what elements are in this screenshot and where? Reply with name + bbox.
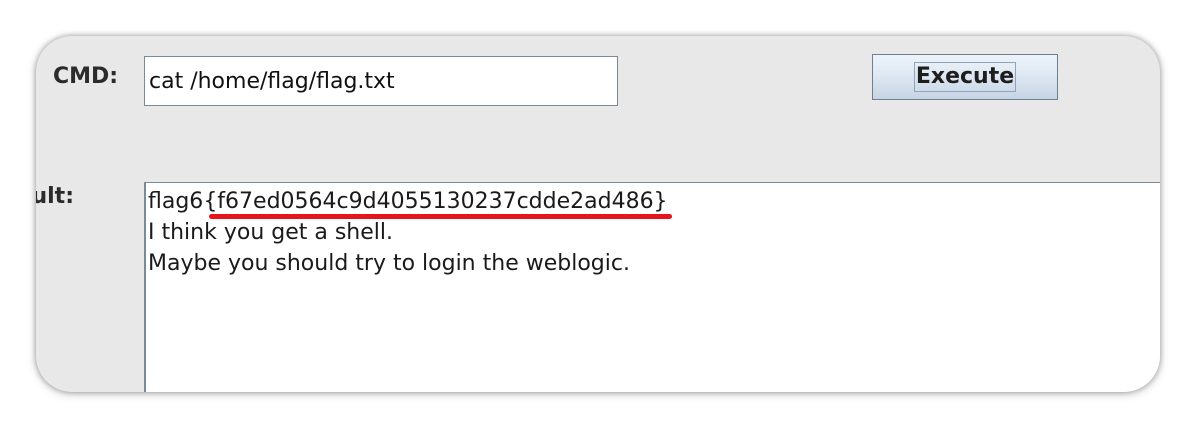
result-line-3: Maybe you should try to login the weblog…: [148, 251, 630, 276]
flag-value: {f67ed0564c9d4055130237cdde2ad486}: [203, 186, 672, 219]
execute-button-label: Execute: [913, 62, 1017, 92]
flag-value-text: {f67ed0564c9d4055130237cdde2ad486}: [203, 189, 668, 214]
result-line-flag: flag6{f67ed0564c9d4055130237cdde2ad486}: [148, 186, 1160, 219]
app-window: CMD: Execute Result: flag6{f67ed0564c9d4…: [36, 36, 1160, 392]
execute-button[interactable]: Execute: [872, 54, 1058, 100]
result-textarea[interactable]: flag6{f67ed0564c9d4055130237cdde2ad486} …: [144, 182, 1160, 392]
result-label: Result:: [36, 184, 74, 209]
cmd-input[interactable]: [144, 56, 618, 106]
flag-prefix: flag6: [148, 189, 204, 214]
result-line-2: I think you get a shell.: [148, 220, 394, 245]
red-underline-annotation: [209, 214, 672, 219]
cmd-label: CMD:: [53, 64, 119, 89]
